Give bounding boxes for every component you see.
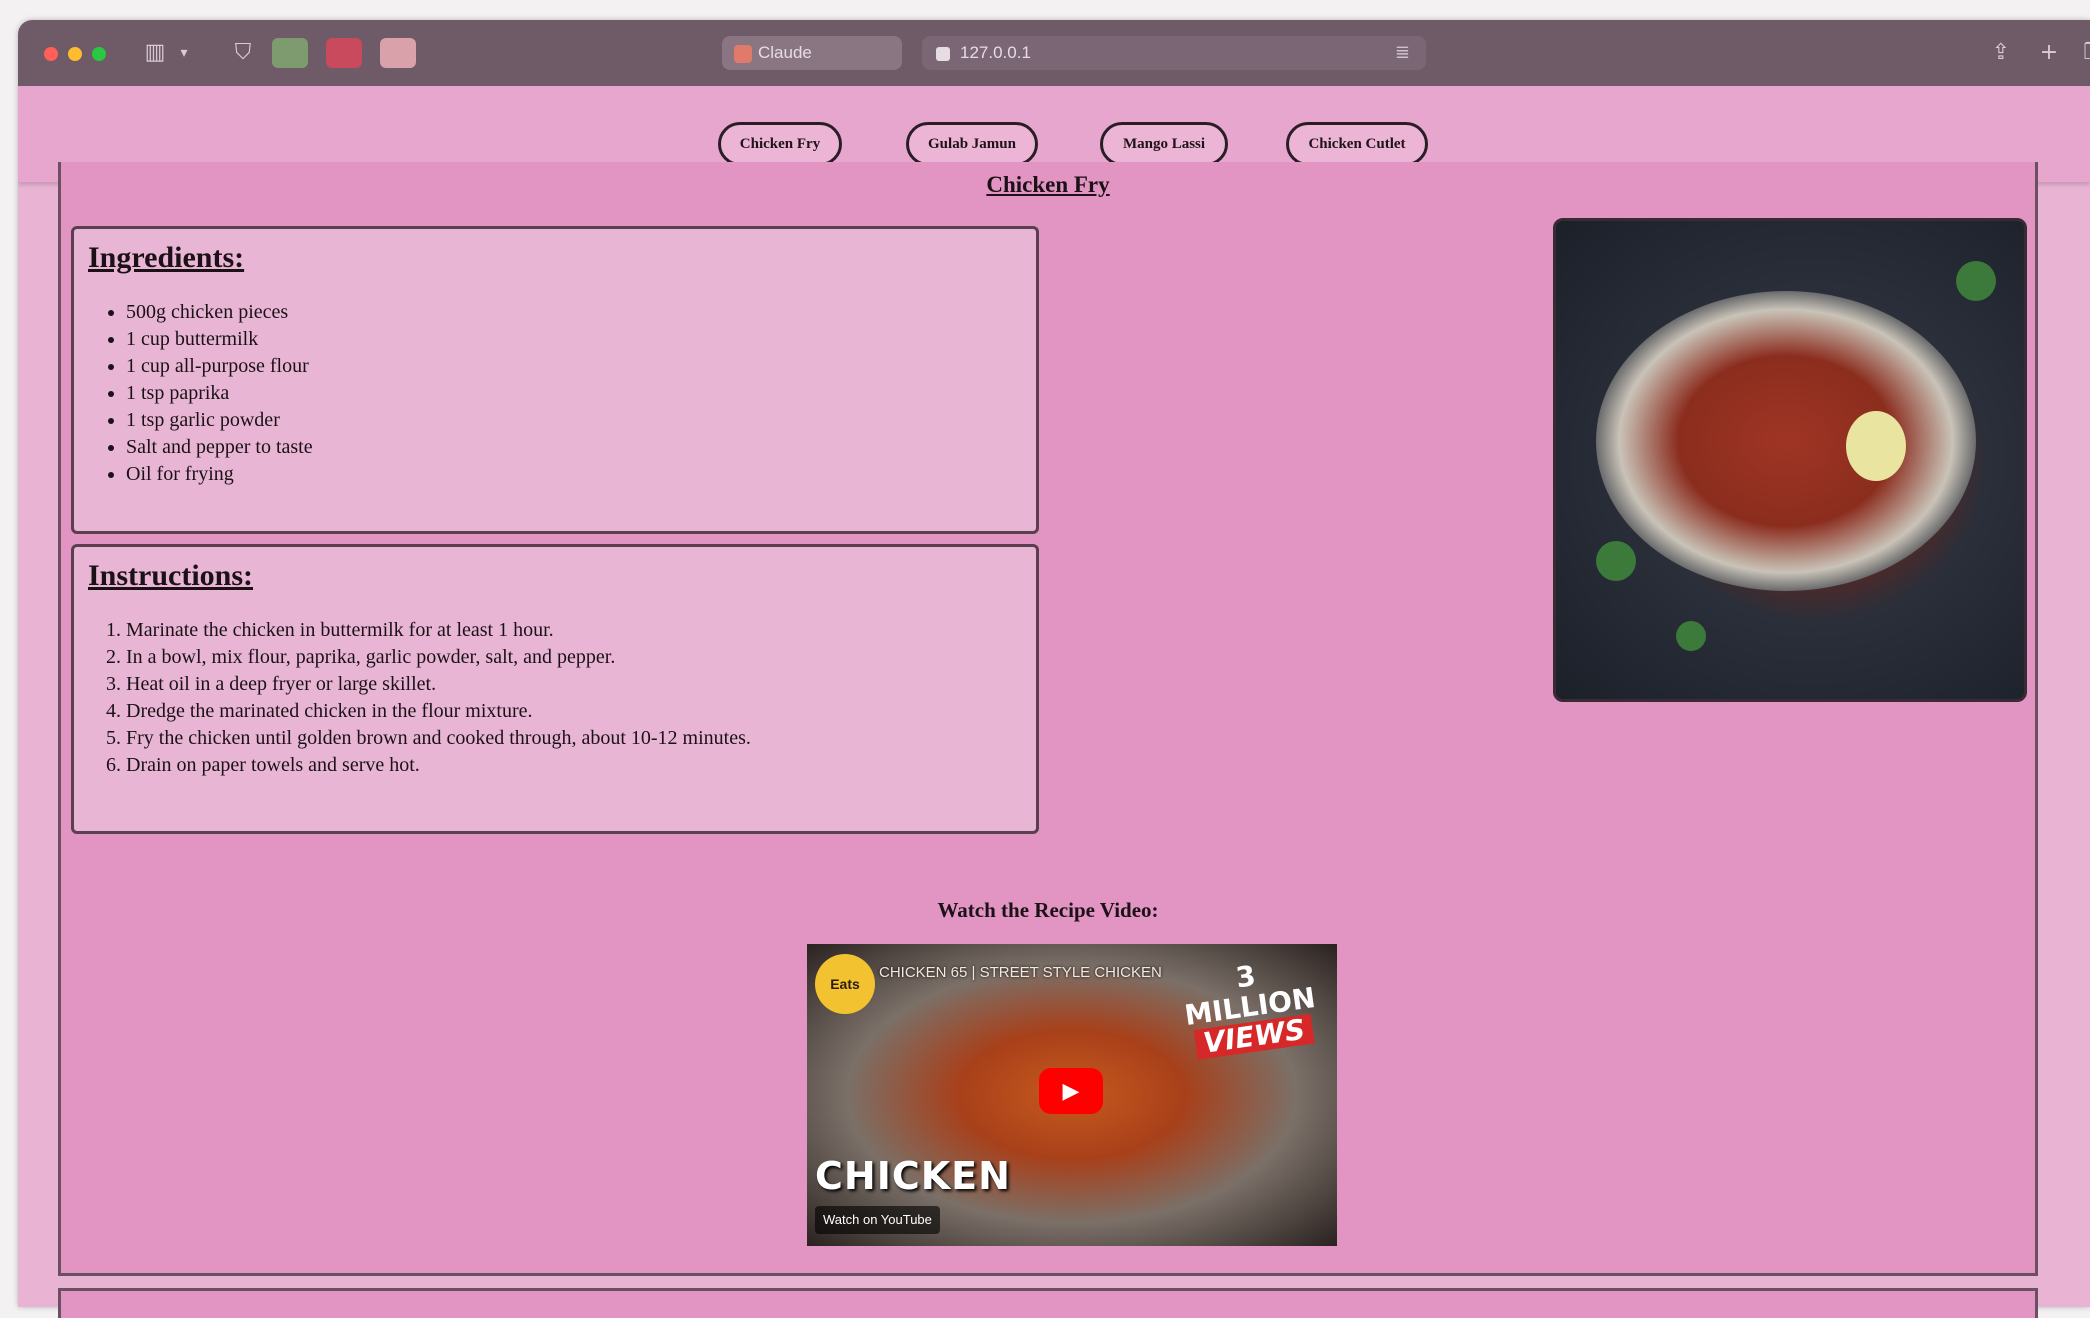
video-label: Watch the Recipe Video: bbox=[937, 898, 1159, 922]
extension-icon[interactable] bbox=[326, 38, 362, 68]
nav-button-gulab-jamun[interactable]: Gulab Jamun bbox=[906, 122, 1038, 166]
recipe-title: Chicken Fry bbox=[986, 172, 1110, 197]
instruction-step: Marinate the chicken in buttermilk for a… bbox=[126, 617, 751, 644]
address-bar[interactable]: 127.0.0.1 ≣ bbox=[922, 36, 1426, 70]
thumbnail-overlay-text: CHICKEN bbox=[815, 1154, 1011, 1198]
instruction-step: In a bowl, mix flour, paprika, garlic po… bbox=[126, 644, 751, 671]
herb-graphic bbox=[1956, 261, 1996, 301]
instruction-step: Drain on paper towels and serve hot. bbox=[126, 752, 751, 779]
views-banner: 3 MILLION VIEWS bbox=[1169, 952, 1330, 1062]
watch-on-youtube-link[interactable]: Watch on YouTube bbox=[815, 1206, 940, 1234]
sidebar-icon[interactable]: ▥ bbox=[140, 38, 170, 68]
instructions-card: Instructions: Marinate the chicken in bu… bbox=[71, 544, 1039, 834]
tab-title: Claude bbox=[758, 43, 812, 62]
instructions-list: Marinate the chicken in buttermilk for a… bbox=[86, 617, 751, 779]
instruction-step: Heat oil in a deep fryer or large skille… bbox=[126, 671, 751, 698]
ingredient-item: Salt and pepper to taste bbox=[126, 434, 313, 461]
extension-icon[interactable] bbox=[272, 38, 308, 68]
herb-graphic bbox=[1596, 541, 1636, 581]
next-recipe-section bbox=[58, 1288, 2038, 1318]
address-text: 127.0.0.1 bbox=[960, 43, 1031, 62]
ingredient-item: 1 cup buttermilk bbox=[126, 326, 313, 353]
instruction-step: Dredge the marinated chicken in the flou… bbox=[126, 698, 751, 725]
browser-toolbar: ▥ ▾ ⛉ Claude 127.0.0.1 ≣ ⇪ + ❐ bbox=[18, 20, 2090, 86]
zoom-window-button[interactable] bbox=[92, 47, 106, 61]
ingredient-item: 1 tsp garlic powder bbox=[126, 407, 313, 434]
lemon-graphic bbox=[1846, 411, 1906, 481]
recipe-section: Chicken Fry Ingredients: 500g chicken pi… bbox=[58, 162, 2038, 1276]
browser-tab[interactable]: Claude bbox=[722, 36, 902, 70]
chevron-down-icon[interactable]: ▾ bbox=[176, 38, 192, 68]
instruction-step: Fry the chicken until golden brown and c… bbox=[126, 725, 751, 752]
chicken-fry-photo bbox=[1553, 218, 2027, 702]
nav-button-mango-lassi[interactable]: Mango Lassi bbox=[1100, 122, 1228, 166]
tab-favicon-icon bbox=[734, 44, 752, 63]
channel-badge: Eats bbox=[815, 954, 875, 1014]
minimize-window-button[interactable] bbox=[68, 47, 82, 61]
instructions-heading: Instructions: bbox=[88, 559, 254, 592]
plate-graphic bbox=[1596, 291, 1976, 591]
ingredients-card: Ingredients: 500g chicken pieces 1 cup b… bbox=[71, 226, 1039, 534]
reader-icon[interactable]: ≣ bbox=[1395, 36, 1410, 70]
close-window-button[interactable] bbox=[44, 47, 58, 61]
share-icon[interactable]: ⇪ bbox=[1986, 38, 2016, 68]
ingredients-heading: Ingredients: bbox=[88, 241, 245, 274]
ingredient-item: 1 tsp paprika bbox=[126, 380, 313, 407]
video-title[interactable]: CHICKEN 65 | STREET STYLE CHICKEN bbox=[879, 964, 1162, 981]
recipe-video-embed[interactable]: Eats CHICKEN 65 | STREET STYLE CHICKEN 3… bbox=[807, 944, 1337, 1246]
shield-icon[interactable]: ⛉ bbox=[228, 38, 258, 68]
nav-button-chicken-cutlet[interactable]: Chicken Cutlet bbox=[1286, 122, 1428, 166]
tabs-icon[interactable]: ❐ bbox=[2078, 38, 2090, 68]
extension-icon[interactable] bbox=[380, 38, 416, 68]
ingredient-item: Oil for frying bbox=[126, 461, 313, 488]
herb-graphic bbox=[1676, 621, 1706, 651]
ingredients-list: 500g chicken pieces 1 cup buttermilk 1 c… bbox=[86, 299, 313, 488]
ingredient-item: 1 cup all-purpose flour bbox=[126, 353, 313, 380]
nav-button-chicken-fry[interactable]: Chicken Fry bbox=[718, 122, 842, 166]
play-icon[interactable]: ▶ bbox=[1039, 1068, 1103, 1114]
site-icon bbox=[936, 46, 950, 61]
plus-icon[interactable]: + bbox=[2034, 38, 2064, 68]
ingredient-item: 500g chicken pieces bbox=[126, 299, 313, 326]
